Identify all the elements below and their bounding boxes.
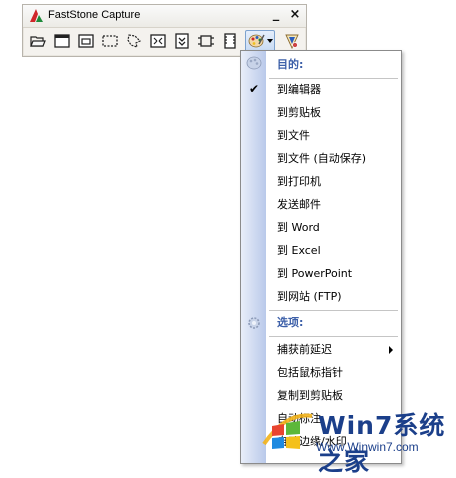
settings-button[interactable] <box>283 32 301 50</box>
watermark-url: Www.Winwin7.com <box>316 440 419 454</box>
capture-window-icon <box>54 34 70 48</box>
menu-item-to-word[interactable]: 到 Word <box>266 216 401 239</box>
capture-scrolling-button[interactable] <box>173 32 191 50</box>
gear-icon <box>248 317 260 329</box>
chevron-down-icon <box>267 39 273 43</box>
open-folder-icon <box>30 36 46 47</box>
screen-recorder-icon <box>224 33 236 49</box>
menu-item-capture-delay[interactable]: 捕获前延迟 <box>266 338 401 361</box>
menu-item-send-email[interactable]: 发送邮件 <box>266 193 401 216</box>
window-title: FastStone Capture <box>48 9 141 21</box>
capture-tools <box>27 30 303 52</box>
site-watermark: Win7系统之家 Www.Winwin7.com <box>258 402 456 476</box>
menu-separator <box>269 336 398 337</box>
settings-icon <box>285 34 299 50</box>
palette-icon <box>246 56 262 70</box>
capture-rectangle-button[interactable] <box>101 32 119 50</box>
menu-item-to-file-autosave[interactable]: 到文件 (自动保存) <box>266 147 401 170</box>
screen-recorder-button[interactable] <box>221 32 239 50</box>
menu-item-to-file[interactable]: 到文件 <box>266 124 401 147</box>
capture-rectangle-icon <box>102 35 118 47</box>
windows-logo-icon <box>262 413 313 449</box>
capture-fixed-region-icon <box>198 35 214 47</box>
menu-item-label: 捕获前延迟 <box>277 343 332 356</box>
title-bar[interactable]: FastStone Capture _ × <box>23 5 306 28</box>
capture-object-icon <box>78 34 94 48</box>
capture-object-button[interactable] <box>77 32 95 50</box>
checkmark-icon: ✔ <box>248 82 260 96</box>
menu-item-to-ftp[interactable]: 到网站 (FTP) <box>266 285 401 308</box>
capture-window-button[interactable] <box>53 32 71 50</box>
faststone-logo-icon <box>30 9 43 22</box>
capture-freehand-icon <box>127 34 142 48</box>
capture-fullscreen-button[interactable] <box>149 32 167 50</box>
menu-item-to-editor[interactable]: 到编辑器 <box>266 78 401 101</box>
output-destination-button[interactable] <box>245 30 275 52</box>
menu-item-include-cursor[interactable]: 包括鼠标指针 <box>266 361 401 384</box>
output-palette-icon <box>248 34 265 48</box>
close-button[interactable]: × <box>287 7 303 23</box>
menu-item-to-clipboard[interactable]: 到剪贴板 <box>266 101 401 124</box>
menu-item-to-excel[interactable]: 到 Excel <box>266 239 401 262</box>
capture-fullscreen-icon <box>150 34 166 48</box>
capture-fixed-region-button[interactable] <box>197 32 215 50</box>
options-section-header: 选项: <box>277 316 304 329</box>
open-folder-button[interactable] <box>29 32 47 50</box>
menu-item-to-printer[interactable]: 到打印机 <box>266 170 401 193</box>
capture-freehand-button[interactable] <box>125 32 143 50</box>
submenu-arrow-icon <box>389 346 393 354</box>
target-section-header: 目的: <box>277 58 304 71</box>
menu-item-to-powerpoint[interactable]: 到 PowerPoint <box>266 262 401 285</box>
capture-scrolling-icon <box>175 33 189 49</box>
minimize-button[interactable]: _ <box>268 7 284 23</box>
